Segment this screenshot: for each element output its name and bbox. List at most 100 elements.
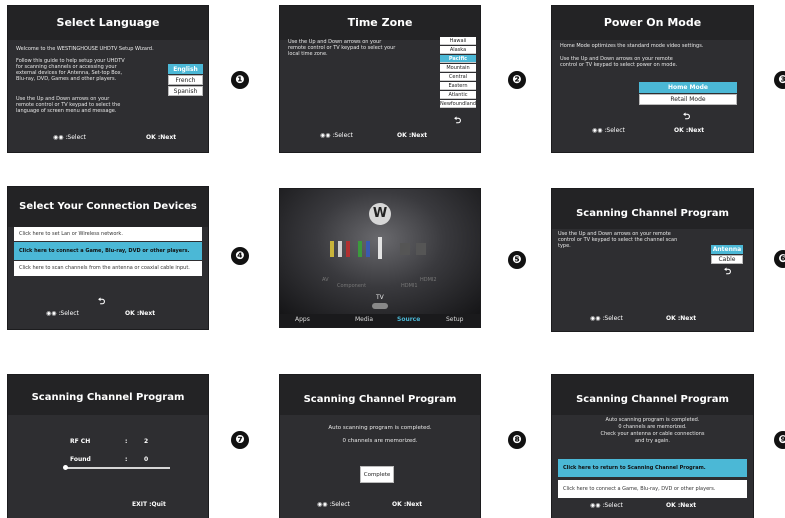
port-label-hdmi2: HDMI2 bbox=[420, 277, 437, 283]
tz-eastern[interactable]: Eastern bbox=[440, 82, 476, 90]
plug-coax bbox=[378, 237, 382, 259]
instruction-text: Use the Up and Down arrows on your remot… bbox=[560, 56, 678, 68]
screen-title: Select Your Connection Devices bbox=[8, 187, 208, 227]
westinghouse-logo-icon: W bbox=[369, 203, 391, 225]
step-marker-4: ❹ bbox=[231, 247, 249, 265]
screen-power-on-mode: Power On Mode Home Mode optimizes the st… bbox=[552, 6, 753, 152]
menu-apps[interactable]: Apps bbox=[295, 316, 310, 323]
plug-hdmi2 bbox=[416, 243, 426, 255]
plug-blue bbox=[366, 241, 370, 257]
select-hint: ◉◉ :Select bbox=[590, 315, 623, 322]
tz-central[interactable]: Central bbox=[440, 73, 476, 81]
found-value: 0 bbox=[144, 456, 149, 463]
scan-channels-item[interactable]: Click here to scan channels from the ant… bbox=[14, 261, 202, 276]
cable-option[interactable]: Cable bbox=[711, 255, 743, 264]
select-hint: ◉◉ :Select bbox=[317, 501, 350, 508]
guide-text: Follow this guide to help setup your UHD… bbox=[16, 58, 125, 82]
step-marker-9: ❾ bbox=[774, 431, 785, 449]
tz-alaska[interactable]: Alaska bbox=[440, 46, 476, 54]
connect-player-item[interactable]: Click here to connect a Game, Blu-ray, D… bbox=[558, 480, 747, 498]
screen-title: Select Language bbox=[8, 6, 208, 40]
screen-title: Scanning Channel Program bbox=[552, 189, 753, 229]
select-hint: ◉◉ :Select bbox=[592, 127, 625, 134]
step-marker-6: ❻ bbox=[774, 250, 785, 268]
current-source-label: TV bbox=[376, 294, 384, 301]
screen-scan-progress: Scanning Channel Program RF CH : 2 Found… bbox=[8, 375, 208, 518]
menu-setup[interactable]: Setup bbox=[446, 316, 463, 323]
screen-title: Scanning Channel Program bbox=[552, 375, 753, 415]
screen-no-channels: Scanning Channel Program Auto scanning p… bbox=[552, 375, 753, 518]
antenna-option[interactable]: Antenna bbox=[711, 245, 743, 254]
return-to-scan-item[interactable]: Click here to return to Scanning Channel… bbox=[558, 459, 747, 477]
screen-title: Scanning Channel Program bbox=[280, 375, 480, 415]
tz-atlantic[interactable]: Atlantic bbox=[440, 91, 476, 99]
tz-hawaii[interactable]: Hawaii bbox=[440, 37, 476, 45]
next-hint: OK :Next bbox=[674, 127, 705, 134]
screen-scan-type: Scanning Channel Program Use the Up and … bbox=[552, 189, 753, 331]
language-option-english[interactable]: English bbox=[168, 64, 203, 74]
next-hint: OK :Next bbox=[146, 134, 177, 141]
port-label-component: Component bbox=[337, 283, 367, 289]
return-icon[interactable]: ⮌ bbox=[724, 264, 731, 280]
scan-complete-message: Auto scanning program is completed. bbox=[328, 425, 432, 431]
select-hint: ◉◉ :Select bbox=[46, 310, 79, 317]
screen-time-zone: Time Zone Use the Up and Down arrows on … bbox=[280, 6, 480, 152]
return-icon[interactable]: ⮌ bbox=[683, 109, 690, 125]
screen-title: Time Zone bbox=[280, 6, 480, 40]
next-hint: OK :Next bbox=[125, 310, 156, 317]
retail-mode-option[interactable]: Retail Mode bbox=[639, 94, 737, 105]
tz-pacific[interactable]: Pacific bbox=[440, 55, 476, 63]
time-zone-list: Hawaii Alaska Pacific Mountain Central E… bbox=[440, 37, 476, 113]
connect-player-item[interactable]: Click here to connect a Game, Blu-ray, D… bbox=[14, 242, 202, 260]
scan-complete-message: Auto scanning program is completed. bbox=[605, 417, 700, 423]
found-separator: : bbox=[125, 456, 128, 463]
step-marker-8: ❽ bbox=[508, 431, 526, 449]
select-hint: ◉◉ :Select bbox=[320, 132, 353, 139]
step-marker-7: ❼ bbox=[231, 431, 249, 449]
next-hint: OK :Next bbox=[666, 502, 697, 509]
channels-memorized-message: 0 channels are memorized. bbox=[342, 438, 418, 444]
rf-channel-label: RF CH bbox=[70, 438, 91, 445]
instruction-text: Use the Up and Down arrows on your remot… bbox=[288, 39, 396, 57]
language-option-spanish[interactable]: Spanish bbox=[168, 86, 203, 96]
found-label: Found bbox=[70, 456, 91, 463]
language-option-french[interactable]: French bbox=[168, 75, 203, 85]
home-mode-option[interactable]: Home Mode bbox=[639, 82, 737, 93]
try-again-message: and try again. bbox=[634, 438, 670, 444]
next-hint: OK :Next bbox=[666, 315, 697, 322]
tz-mountain[interactable]: Mountain bbox=[440, 64, 476, 72]
select-hint: ◉◉ :Select bbox=[590, 502, 623, 509]
screen-connection-devices: Select Your Connection Devices Click her… bbox=[8, 187, 208, 329]
screen-scan-complete: Scanning Channel Program Auto scanning p… bbox=[280, 375, 480, 518]
menu-media[interactable]: Media bbox=[355, 316, 373, 323]
next-hint: OK :Next bbox=[397, 132, 428, 139]
scan-progress-bar bbox=[65, 467, 170, 469]
plug-red bbox=[346, 241, 350, 257]
menu-source[interactable]: Source bbox=[397, 316, 420, 323]
rf-channel-separator: : bbox=[125, 438, 128, 445]
source-selector-icon[interactable] bbox=[372, 303, 388, 309]
return-icon[interactable]: ⮌ bbox=[98, 294, 105, 310]
instruction-text: Use the Up and Down arrows on your remot… bbox=[16, 96, 121, 114]
exit-hint: EXIT :Quit bbox=[132, 501, 166, 508]
return-icon[interactable]: ⮌ bbox=[454, 113, 461, 129]
step-marker-5: ❺ bbox=[508, 251, 526, 269]
screen-select-language: Select Language Welcome to the WESTINGHO… bbox=[8, 6, 208, 152]
tz-newfoundland[interactable]: Newfoundland bbox=[440, 100, 476, 108]
instruction-text: Use the Up and Down arrows on your remot… bbox=[558, 231, 678, 249]
channels-memorized-message: 0 channels are memorized. bbox=[618, 424, 687, 430]
screen-title: Scanning Channel Program bbox=[8, 375, 208, 415]
port-label-hdmi1: HDMI1 bbox=[401, 283, 418, 289]
plug-white bbox=[338, 241, 342, 257]
complete-button[interactable]: Complete bbox=[360, 466, 394, 483]
step-marker-3: ❸ bbox=[774, 71, 785, 89]
check-connections-message: Check your antenna or cable connections bbox=[600, 431, 705, 437]
port-label-av: AV bbox=[322, 277, 329, 283]
welcome-text: Welcome to the WESTINGHOUSE UHDTV Setup … bbox=[16, 46, 154, 52]
rf-channel-value: 2 bbox=[144, 438, 149, 445]
screen-title: Power On Mode bbox=[552, 6, 753, 40]
plug-yellow bbox=[330, 241, 334, 257]
screen-source-menu: W AV Component HDMI1 HDMI2 TV Apps Media… bbox=[280, 189, 480, 327]
network-setup-item[interactable]: Click here to set Lan or Wireless networ… bbox=[14, 227, 202, 241]
plug-green bbox=[358, 241, 362, 257]
